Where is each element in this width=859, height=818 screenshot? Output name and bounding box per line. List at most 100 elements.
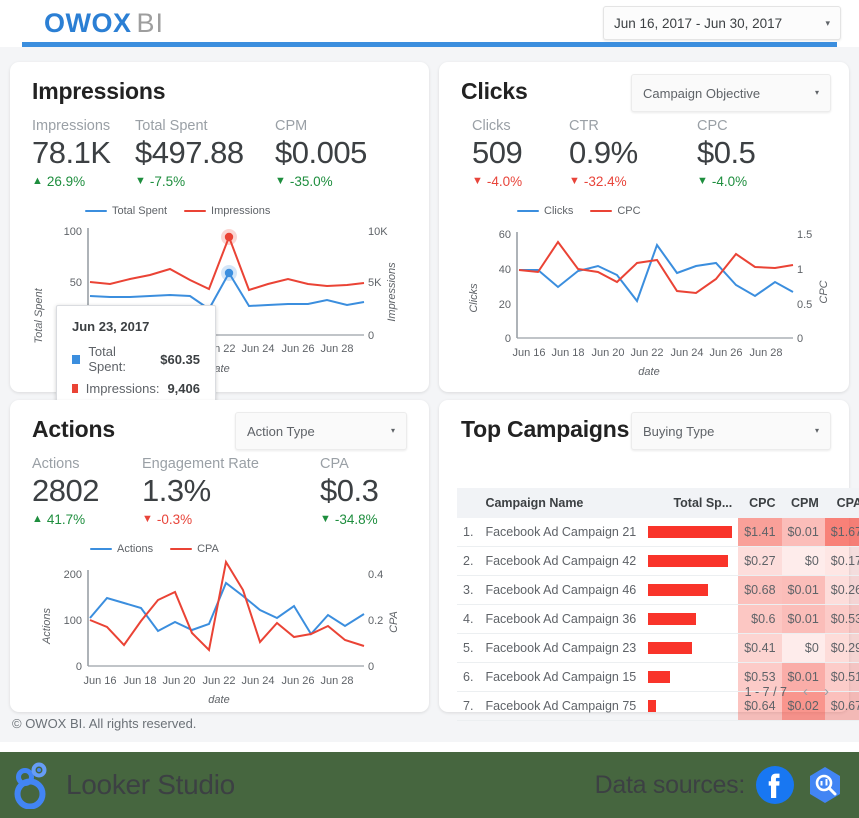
metric-delta: ▼ -34.8% (320, 512, 378, 527)
legend-label: Clicks (544, 205, 574, 217)
svg-text:Jun 26: Jun 26 (281, 675, 314, 687)
bigquery-icon[interactable] (805, 765, 845, 805)
clicks-line-chart: Clicks 60 40 20 0 1.5 1 0.5 0 CPC Jun 16… (449, 220, 843, 380)
row-cpa: $1.67 (824, 518, 859, 547)
row-index: 6. (457, 662, 480, 692)
column-header-cpc[interactable]: CPC (738, 488, 782, 518)
metric-ctr: CTR 0.9% ▼ -32.4% (569, 118, 697, 189)
row-index: 5. (457, 633, 480, 663)
row-campaign-name: Facebook Ad Campaign 75 (479, 691, 643, 721)
metric-delta: ▼ -4.0% (697, 174, 755, 189)
row-total-spent-bar (642, 546, 739, 576)
row-index: 1. (457, 518, 480, 547)
table-row[interactable]: 4. Facebook Ad Campaign 36 $0.6 $0.01 $0.53 (457, 604, 859, 634)
arrow-down-icon: ▼ (697, 175, 708, 187)
svg-text:Total Spent: Total Spent (33, 287, 45, 343)
legend-swatch (85, 209, 107, 213)
row-cpc: $0.6 (738, 604, 782, 634)
row-total-spent-bar (642, 575, 739, 605)
svg-text:5K: 5K (368, 277, 382, 289)
dashboard-page: OWOX BI Jun 16, 2017 - Jun 30, 2017 ▾ Im… (0, 0, 859, 818)
chart-tooltip: Jun 23, 2017 Total Spent: $60.35 Impress… (56, 305, 216, 411)
actions-line-chart: Actions 200 100 0 0.4 0.2 0 CPA Jun 16 J… (20, 558, 420, 708)
svg-text:0: 0 (76, 661, 82, 673)
metric-impressions: Impressions 78.1K ▲ 26.9% (10, 118, 135, 189)
svg-text:Actions: Actions (41, 607, 53, 645)
metric-delta: ▼ -35.0% (275, 174, 367, 189)
tooltip-date: Jun 23, 2017 (72, 319, 150, 334)
tooltip-row: Total Spent: $60.35 (72, 344, 200, 374)
clicks-card: Clicks Campaign Objective ▾ Clicks 509 ▼… (439, 62, 849, 392)
table-row[interactable]: 1. Facebook Ad Campaign 21 $1.41 $0.01 $1.67 (457, 518, 859, 547)
metric-delta: ▲ 41.7% (32, 512, 142, 527)
row-campaign-name: Facebook Ad Campaign 21 (479, 518, 643, 547)
metric-delta-text: -35.0% (289, 174, 333, 189)
column-header-total-spent[interactable]: Total Sp... (642, 488, 739, 518)
campaign-objective-filter[interactable]: Campaign Objective ▾ (631, 74, 831, 112)
table-row[interactable]: 5. Facebook Ad Campaign 23 $0.41 $0 $0.29 (457, 633, 859, 663)
actions-card: Actions Action Type ▾ Actions 2802 ▲ 41.… (10, 400, 429, 712)
metric-cpm: CPM $0.005 ▼ -35.0% (275, 118, 367, 189)
row-cpa: $0.53 (824, 604, 859, 634)
legend-swatch (170, 547, 193, 551)
tooltip-value: 9,406 (167, 381, 200, 396)
table-row[interactable]: 2. Facebook Ad Campaign 42 $0.27 $0 $0.17 (457, 546, 859, 576)
facebook-icon[interactable] (755, 765, 795, 805)
chevron-down-icon: ▾ (390, 426, 395, 435)
metric-label: Clicks (472, 118, 511, 134)
owox-bi-logo: OWOX BI (44, 8, 164, 39)
metric-label: CPM (275, 118, 308, 134)
top-campaigns-card-title: Top Campaigns (461, 416, 630, 442)
svg-text:20: 20 (499, 299, 511, 311)
svg-text:0: 0 (368, 661, 374, 673)
row-cpm: $0 (781, 633, 825, 663)
table-row[interactable]: 3. Facebook Ad Campaign 46 $0.68 $0.01 $0.26 (457, 575, 859, 605)
column-header-campaign-name[interactable]: Campaign Name (479, 488, 643, 518)
column-header-index[interactable] (457, 488, 480, 518)
top-campaigns-card: Top Campaigns Buying Type ▾ Campaign Nam… (439, 400, 859, 721)
metric-value: $497.88 (135, 135, 244, 170)
row-cpa: $0.17 (824, 546, 859, 576)
svg-text:0.5: 0.5 (797, 299, 812, 311)
metric-delta-text: 41.7% (46, 512, 86, 527)
column-header-cpa[interactable]: CPA (824, 488, 859, 518)
tooltip-swatch (72, 354, 81, 364)
metric-delta-text: -4.0% (486, 174, 523, 189)
legend-item: CPC (590, 205, 641, 217)
row-cpm: $0.01 (781, 604, 825, 634)
svg-text:Jun 26: Jun 26 (709, 347, 742, 359)
metric-label: CTR (569, 118, 599, 134)
svg-text:Jun 26: Jun 26 (281, 343, 314, 355)
legend-label: Actions (117, 543, 154, 555)
svg-text:CPA: CPA (388, 611, 400, 633)
svg-text:100: 100 (64, 615, 82, 627)
looker-studio-bar: Looker Studio Data sources: (0, 752, 859, 818)
row-cpa: $0.26 (824, 575, 859, 605)
tooltip-label: Impressions: (85, 381, 160, 396)
pagination-next-button[interactable]: › (824, 683, 829, 700)
metric-value: 0.9% (569, 135, 638, 170)
metric-delta-text: -34.8% (334, 512, 378, 527)
legend-swatch (184, 209, 207, 213)
legend-item: Impressions (184, 205, 270, 217)
table-header-row: Campaign Name Total Sp... CPC CPM CPA (457, 488, 859, 518)
column-header-cpm[interactable]: CPM (781, 488, 825, 518)
logo-bi-text: BI (136, 8, 165, 38)
row-cpc: $0.68 (738, 575, 782, 605)
row-index: 4. (457, 604, 480, 634)
row-cpm: $0.01 (781, 575, 825, 605)
metric-value: $0.5 (697, 135, 756, 170)
row-campaign-name: Facebook Ad Campaign 36 (479, 604, 643, 634)
row-index: 7. (457, 691, 480, 721)
metric-value: 509 (472, 135, 523, 170)
clicks-card-title: Clicks (461, 78, 528, 104)
svg-text:Jun 24: Jun 24 (241, 343, 274, 355)
svg-text:0: 0 (505, 333, 511, 345)
buying-type-filter[interactable]: Buying Type ▾ (631, 412, 831, 450)
action-type-filter[interactable]: Action Type ▾ (235, 412, 407, 450)
svg-text:Jun 20: Jun 20 (162, 675, 195, 687)
pagination-prev-button[interactable]: ‹ (803, 683, 808, 700)
date-range-selector[interactable]: Jun 16, 2017 - Jun 30, 2017 ▾ (603, 6, 841, 40)
metric-label: Engagement Rate (142, 456, 259, 472)
metric-actions: Actions 2802 ▲ 41.7% (10, 456, 142, 527)
